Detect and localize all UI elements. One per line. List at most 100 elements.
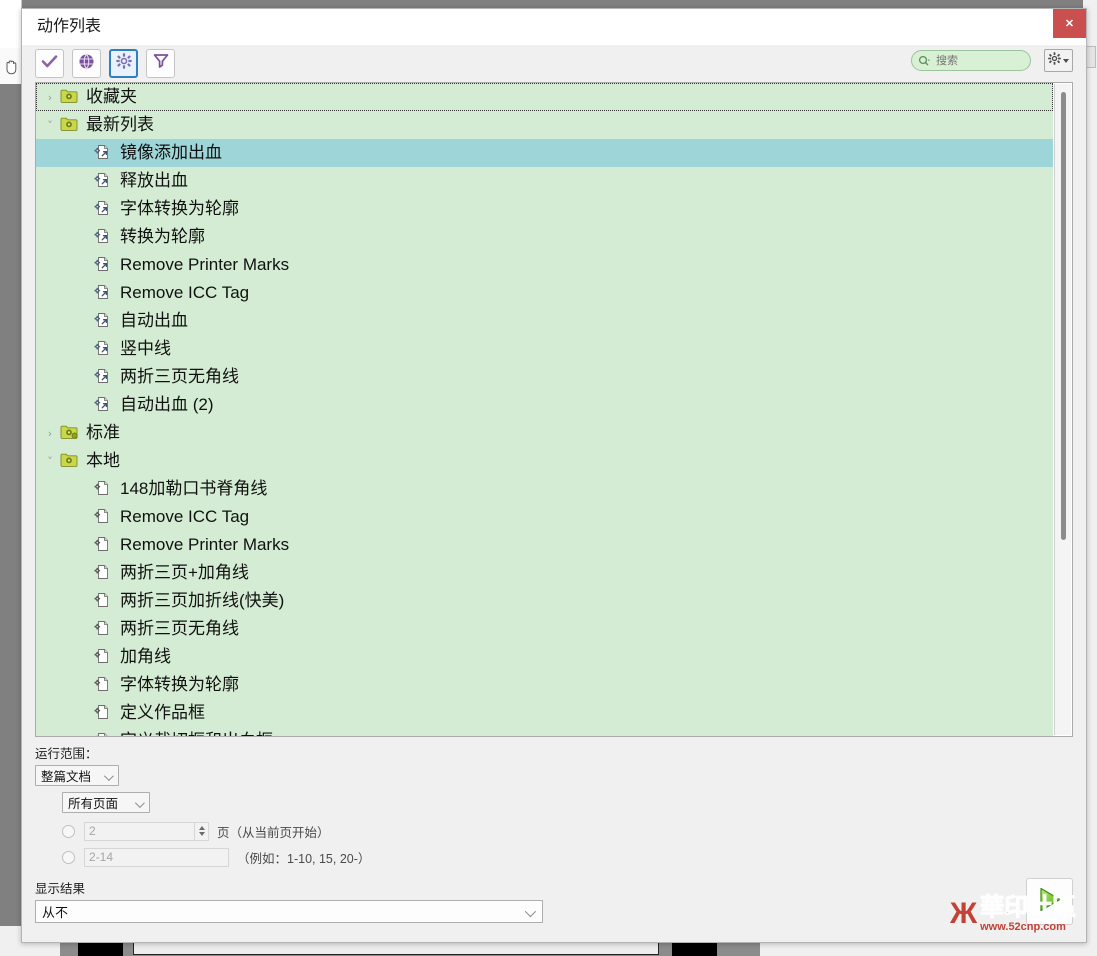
result-label: 显示结果	[35, 882, 86, 896]
action-link-icon	[94, 144, 114, 162]
action-icon	[94, 704, 114, 722]
tree-action-row[interactable]: 两折三页+加角线	[36, 559, 1053, 587]
hand-tool-icon[interactable]	[0, 48, 22, 84]
pages-select[interactable]: 所有页面	[62, 792, 150, 813]
scope-select[interactable]: 整篇文档	[35, 765, 119, 786]
background-left-panel	[0, 0, 22, 48]
folder-gear-icon	[60, 116, 80, 134]
action-link-icon	[94, 312, 114, 330]
settings-menu-button[interactable]	[1044, 49, 1073, 72]
filter-button[interactable]	[146, 49, 175, 78]
tree-folder-label: 标准	[86, 423, 120, 442]
chevron-down-icon[interactable]: ˅	[40, 119, 60, 132]
dialog-titlebar: 动作列表 ✕	[22, 9, 1086, 45]
screen: 动作列表 ✕ 搜索 › 收藏夹 ˅ 最新列表 镜像添加出血 释放出血 字体转换为…	[0, 0, 1097, 956]
result-select[interactable]: 从不	[35, 900, 543, 923]
action-icon	[94, 536, 114, 554]
tree-action-row[interactable]: 字体转换为轮廓	[36, 195, 1053, 223]
check-button[interactable]	[35, 49, 64, 78]
tree-action-row[interactable]: Remove ICC Tag	[36, 503, 1053, 531]
action-icon	[94, 564, 114, 582]
page-from-row: 页（从当前页开始）	[35, 820, 1073, 842]
tree-action-label: 两折三页无角线	[120, 619, 239, 638]
tree-action-row[interactable]: Remove Printer Marks	[36, 531, 1053, 559]
tree-folder-row[interactable]: ˅ 本地	[36, 447, 1053, 475]
pages-select-value: 所有页面	[68, 797, 119, 811]
run-play-button[interactable]	[1026, 878, 1073, 925]
settings-button[interactable]	[109, 49, 138, 78]
tree-action-row[interactable]: 两折三页加折线(快美)	[36, 587, 1053, 615]
action-link-icon	[94, 228, 114, 246]
tree-action-label: 加角线	[120, 647, 171, 666]
dialog-title: 动作列表	[37, 18, 102, 35]
play-icon	[1036, 886, 1063, 918]
folder-gear-icon	[60, 88, 80, 106]
search-input[interactable]	[934, 53, 1020, 68]
chevron-down-icon	[1063, 58, 1069, 63]
tree-action-row[interactable]: Remove Printer Marks	[36, 251, 1053, 279]
gear-icon-small	[1048, 51, 1061, 70]
action-list-dialog: 动作列表 ✕ 搜索 › 收藏夹 ˅ 最新列表 镜像添加出血 释放出血 字体转换为…	[21, 8, 1087, 943]
tree-action-row[interactable]: Remove ICC Tag	[36, 279, 1053, 307]
tree-folder-row[interactable]: › 标准	[36, 419, 1053, 447]
page-from-stepper[interactable]	[194, 821, 209, 841]
page-from-input[interactable]	[84, 821, 194, 841]
tree-action-row[interactable]: 148加勒口书脊角线	[36, 475, 1053, 503]
tree-action-label: 两折三页无角线	[120, 367, 239, 386]
tree-action-row[interactable]: 自动出血	[36, 307, 1053, 335]
stepper-down-icon	[198, 832, 205, 836]
action-icon	[94, 480, 114, 498]
tree-action-row[interactable]: 竖中线	[36, 335, 1053, 363]
tree-action-row[interactable]: 转换为轮廓	[36, 223, 1053, 251]
tree-action-row-selected[interactable]: 镜像添加出血	[36, 139, 1053, 167]
tree-action-row[interactable]: 两折三页无角线	[36, 363, 1053, 391]
search-container	[911, 50, 1031, 71]
tree-action-label: Remove Printer Marks	[120, 535, 290, 554]
tree-folder-label: 最新列表	[86, 115, 154, 134]
tree-action-label: 148加勒口书脊角线	[120, 479, 268, 498]
page-range-hint: （例如：1-10, 15, 20-）	[237, 851, 371, 866]
chevron-right-icon[interactable]: ›	[40, 91, 60, 104]
watermark-logo: Ж	[950, 897, 978, 930]
tree-folder-row[interactable]: ˅ 最新列表	[36, 111, 1053, 139]
action-icon	[94, 732, 114, 736]
tree-action-row[interactable]: 加角线	[36, 643, 1053, 671]
tree-scrollbar-thumb[interactable]	[1061, 92, 1066, 540]
tree-action-label: 镜像添加出血	[120, 143, 222, 162]
action-link-icon	[94, 284, 114, 302]
action-icon	[94, 620, 114, 638]
tree-action-row[interactable]: 自动出血 (2)	[36, 391, 1053, 419]
tree-action-row[interactable]: 定义裁切框和出血框	[36, 727, 1053, 736]
tree-scrollbar[interactable]	[1054, 84, 1071, 735]
action-link-icon	[94, 368, 114, 386]
page-range-radio[interactable]	[62, 850, 75, 864]
filter-icon	[153, 53, 169, 74]
globe-icon	[78, 53, 95, 75]
action-icon	[94, 508, 114, 526]
close-button[interactable]: ✕	[1053, 9, 1086, 38]
folder-gear-icon	[60, 452, 80, 470]
action-tree: › 收藏夹 ˅ 最新列表 镜像添加出血 释放出血 字体转换为轮廓 转换为轮廓 Remove Pr…	[35, 82, 1073, 737]
tree-action-row[interactable]: 两折三页无角线	[36, 615, 1053, 643]
tree-folder-label: 收藏夹	[86, 87, 137, 106]
check-icon	[41, 54, 58, 74]
action-link-icon	[94, 200, 114, 218]
page-range-input[interactable]	[84, 847, 229, 867]
tree-action-label: 字体转换为轮廓	[120, 675, 239, 694]
action-icon	[94, 676, 114, 694]
tree-action-label: 自动出血	[120, 311, 188, 330]
action-tree-list: › 收藏夹 ˅ 最新列表 镜像添加出血 释放出血 字体转换为轮廓 转换为轮廓 Remove Pr…	[36, 83, 1053, 736]
page-from-hint: 页（从当前页开始）	[217, 825, 330, 840]
chevron-down-icon[interactable]: ˅	[40, 455, 60, 468]
online-button[interactable]	[72, 49, 101, 78]
action-link-icon	[94, 172, 114, 190]
page-from-radio[interactable]	[62, 824, 75, 838]
tree-action-row[interactable]: 字体转换为轮廓	[36, 671, 1053, 699]
result-select-value: 从不	[42, 905, 69, 920]
chevron-right-icon[interactable]: ›	[40, 427, 60, 440]
tree-action-row[interactable]: 释放出血	[36, 167, 1053, 195]
tree-action-row[interactable]: 定义作品框	[36, 699, 1053, 727]
tree-folder-row[interactable]: › 收藏夹	[36, 83, 1053, 111]
tree-action-label: 定义作品框	[120, 703, 205, 722]
search-box[interactable]	[911, 50, 1031, 71]
